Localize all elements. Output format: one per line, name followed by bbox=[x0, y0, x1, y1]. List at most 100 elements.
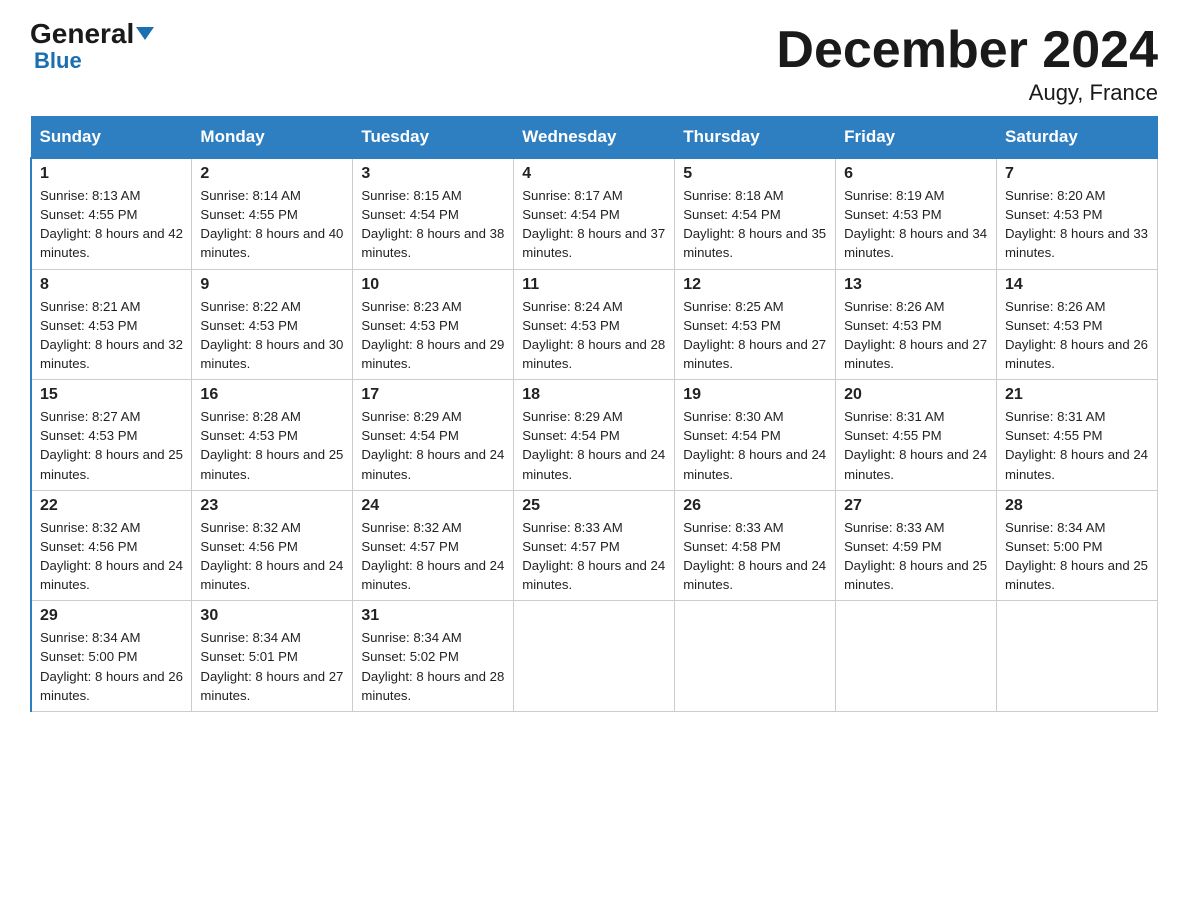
calendar-cell: 8 Sunrise: 8:21 AMSunset: 4:53 PMDaylight… bbox=[31, 269, 192, 380]
day-number: 9 bbox=[200, 276, 344, 294]
day-info: Sunrise: 8:18 AMSunset: 4:54 PMDaylight:… bbox=[683, 186, 827, 263]
calendar-cell: 10 Sunrise: 8:23 AMSunset: 4:53 PMDayligh… bbox=[353, 269, 514, 380]
col-header-monday: Monday bbox=[192, 117, 353, 159]
calendar-cell: 17 Sunrise: 8:29 AMSunset: 4:54 PMDayligh… bbox=[353, 380, 514, 491]
day-info: Sunrise: 8:34 AMSunset: 5:01 PMDaylight:… bbox=[200, 628, 344, 705]
calendar-cell: 13Sunrise: 8:26 AMSunset: 4:53 PMDayligh… bbox=[836, 269, 997, 380]
calendar-cell: 26Sunrise: 8:33 AMSunset: 4:58 PMDayligh… bbox=[675, 490, 836, 601]
calendar-cell: 28Sunrise: 8:34 AMSunset: 5:00 PMDayligh… bbox=[997, 490, 1158, 601]
day-info: Sunrise: 8:34 AMSunset: 5:00 PMDaylight:… bbox=[40, 628, 183, 705]
calendar-cell bbox=[997, 601, 1158, 712]
calendar-cell: 12 Sunrise: 8:25 AMSunset: 4:53 PMDayligh… bbox=[675, 269, 836, 380]
day-info: Sunrise: 8:22 AMSunset: 4:53 PMDaylight:… bbox=[200, 297, 344, 374]
day-info: Sunrise: 8:13 AMSunset: 4:55 PMDaylight:… bbox=[40, 186, 183, 263]
page-header: General Blue December 2024 Augy, France bbox=[30, 20, 1158, 106]
calendar-cell: 24Sunrise: 8:32 AMSunset: 4:57 PMDayligh… bbox=[353, 490, 514, 601]
day-number: 10 bbox=[361, 276, 505, 294]
day-number: 29 bbox=[40, 607, 183, 625]
col-header-thursday: Thursday bbox=[675, 117, 836, 159]
calendar-cell: 14Sunrise: 8:26 AMSunset: 4:53 PMDayligh… bbox=[997, 269, 1158, 380]
day-number: 16 bbox=[200, 386, 344, 404]
day-number: 4 bbox=[522, 165, 666, 183]
day-number: 22 bbox=[40, 497, 183, 515]
day-number: 11 bbox=[522, 276, 666, 294]
day-info: Sunrise: 8:33 AMSunset: 4:58 PMDaylight:… bbox=[683, 518, 827, 595]
day-number: 12 bbox=[683, 276, 827, 294]
day-info: Sunrise: 8:33 AMSunset: 4:57 PMDaylight:… bbox=[522, 518, 666, 595]
calendar-cell: 15Sunrise: 8:27 AMSunset: 4:53 PMDayligh… bbox=[31, 380, 192, 491]
day-info: Sunrise: 8:21 AMSunset: 4:53 PMDaylight:… bbox=[40, 297, 183, 374]
day-number: 6 bbox=[844, 165, 988, 183]
logo-blue-text: Blue bbox=[34, 48, 82, 73]
day-number: 28 bbox=[1005, 497, 1149, 515]
calendar-cell: 19 Sunrise: 8:30 AMSunset: 4:54 PMDayligh… bbox=[675, 380, 836, 491]
calendar-cell: 29 Sunrise: 8:34 AMSunset: 5:00 PMDayligh… bbox=[31, 601, 192, 712]
day-info: Sunrise: 8:31 AMSunset: 4:55 PMDaylight:… bbox=[844, 407, 988, 484]
calendar-cell: 9 Sunrise: 8:22 AMSunset: 4:53 PMDaylight… bbox=[192, 269, 353, 380]
calendar-cell: 25Sunrise: 8:33 AMSunset: 4:57 PMDayligh… bbox=[514, 490, 675, 601]
day-info: Sunrise: 8:25 AMSunset: 4:53 PMDaylight:… bbox=[683, 297, 827, 374]
calendar-cell: 1Sunrise: 8:13 AMSunset: 4:55 PMDaylight… bbox=[31, 158, 192, 269]
day-number: 15 bbox=[40, 386, 183, 404]
day-number: 21 bbox=[1005, 386, 1149, 404]
day-number: 23 bbox=[200, 497, 344, 515]
calendar-cell: 3 Sunrise: 8:15 AMSunset: 4:54 PMDaylight… bbox=[353, 158, 514, 269]
calendar-week-row: 29 Sunrise: 8:34 AMSunset: 5:00 PMDayligh… bbox=[31, 601, 1158, 712]
calendar-week-row: 1Sunrise: 8:13 AMSunset: 4:55 PMDaylight… bbox=[31, 158, 1158, 269]
calendar-cell: 22 Sunrise: 8:32 AMSunset: 4:56 PMDayligh… bbox=[31, 490, 192, 601]
day-number: 13 bbox=[844, 276, 988, 294]
calendar-cell: 5 Sunrise: 8:18 AMSunset: 4:54 PMDaylight… bbox=[675, 158, 836, 269]
day-number: 8 bbox=[40, 276, 183, 294]
day-info: Sunrise: 8:32 AMSunset: 4:56 PMDaylight:… bbox=[40, 518, 183, 595]
title-block: December 2024 Augy, France bbox=[776, 20, 1158, 106]
day-info: Sunrise: 8:34 AMSunset: 5:02 PMDaylight:… bbox=[361, 628, 505, 705]
logo-triangle-icon bbox=[136, 27, 154, 40]
calendar-week-row: 15Sunrise: 8:27 AMSunset: 4:53 PMDayligh… bbox=[31, 380, 1158, 491]
day-number: 7 bbox=[1005, 165, 1149, 183]
day-info: Sunrise: 8:32 AMSunset: 4:56 PMDaylight:… bbox=[200, 518, 344, 595]
calendar-cell: 30 Sunrise: 8:34 AMSunset: 5:01 PMDayligh… bbox=[192, 601, 353, 712]
calendar-cell: 18 Sunrise: 8:29 AMSunset: 4:54 PMDayligh… bbox=[514, 380, 675, 491]
day-info: Sunrise: 8:15 AMSunset: 4:54 PMDaylight:… bbox=[361, 186, 505, 263]
day-info: Sunrise: 8:24 AMSunset: 4:53 PMDaylight:… bbox=[522, 297, 666, 374]
day-number: 2 bbox=[200, 165, 344, 183]
calendar-cell: 16 Sunrise: 8:28 AMSunset: 4:53 PMDayligh… bbox=[192, 380, 353, 491]
day-number: 30 bbox=[200, 607, 344, 625]
logo-general-text: General bbox=[30, 20, 154, 48]
day-info: Sunrise: 8:28 AMSunset: 4:53 PMDaylight:… bbox=[200, 407, 344, 484]
calendar-table: SundayMondayTuesdayWednesdayThursdayFrid… bbox=[30, 116, 1158, 712]
location: Augy, France bbox=[776, 80, 1158, 106]
calendar-week-row: 8 Sunrise: 8:21 AMSunset: 4:53 PMDaylight… bbox=[31, 269, 1158, 380]
day-number: 14 bbox=[1005, 276, 1149, 294]
calendar-cell: 7 Sunrise: 8:20 AMSunset: 4:53 PMDaylight… bbox=[997, 158, 1158, 269]
col-header-saturday: Saturday bbox=[997, 117, 1158, 159]
calendar-cell: 31Sunrise: 8:34 AMSunset: 5:02 PMDayligh… bbox=[353, 601, 514, 712]
day-number: 3 bbox=[361, 165, 505, 183]
day-number: 24 bbox=[361, 497, 505, 515]
day-number: 19 bbox=[683, 386, 827, 404]
calendar-cell bbox=[675, 601, 836, 712]
calendar-cell: 2Sunrise: 8:14 AMSunset: 4:55 PMDaylight… bbox=[192, 158, 353, 269]
day-number: 17 bbox=[361, 386, 505, 404]
calendar-cell: 23 Sunrise: 8:32 AMSunset: 4:56 PMDayligh… bbox=[192, 490, 353, 601]
day-info: Sunrise: 8:29 AMSunset: 4:54 PMDaylight:… bbox=[522, 407, 666, 484]
logo: General Blue bbox=[30, 20, 154, 74]
col-header-tuesday: Tuesday bbox=[353, 117, 514, 159]
calendar-cell: 6Sunrise: 8:19 AMSunset: 4:53 PMDaylight… bbox=[836, 158, 997, 269]
col-header-sunday: Sunday bbox=[31, 117, 192, 159]
calendar-week-row: 22 Sunrise: 8:32 AMSunset: 4:56 PMDayligh… bbox=[31, 490, 1158, 601]
day-info: Sunrise: 8:30 AMSunset: 4:54 PMDaylight:… bbox=[683, 407, 827, 484]
day-info: Sunrise: 8:23 AMSunset: 4:53 PMDaylight:… bbox=[361, 297, 505, 374]
day-info: Sunrise: 8:20 AMSunset: 4:53 PMDaylight:… bbox=[1005, 186, 1149, 263]
calendar-cell bbox=[836, 601, 997, 712]
day-info: Sunrise: 8:29 AMSunset: 4:54 PMDaylight:… bbox=[361, 407, 505, 484]
calendar-cell: 11 Sunrise: 8:24 AMSunset: 4:53 PMDayligh… bbox=[514, 269, 675, 380]
day-info: Sunrise: 8:33 AMSunset: 4:59 PMDaylight:… bbox=[844, 518, 988, 595]
day-number: 18 bbox=[522, 386, 666, 404]
col-header-friday: Friday bbox=[836, 117, 997, 159]
day-number: 5 bbox=[683, 165, 827, 183]
day-info: Sunrise: 8:17 AMSunset: 4:54 PMDaylight:… bbox=[522, 186, 666, 263]
calendar-cell: 21Sunrise: 8:31 AMSunset: 4:55 PMDayligh… bbox=[997, 380, 1158, 491]
calendar-cell bbox=[514, 601, 675, 712]
calendar-cell: 27Sunrise: 8:33 AMSunset: 4:59 PMDayligh… bbox=[836, 490, 997, 601]
